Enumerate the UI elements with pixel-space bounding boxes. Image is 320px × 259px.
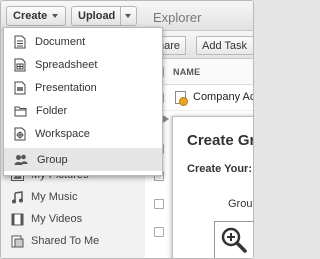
video-icon (11, 213, 24, 225)
sidebar-item-shared-to-me[interactable]: Shared To Me (11, 231, 99, 251)
modal-group-label: Group (228, 198, 253, 210)
modal-title: Create Gro (187, 132, 253, 149)
presentation-icon (14, 81, 26, 94)
zoom-button[interactable] (214, 221, 253, 258)
shared-icon (11, 235, 24, 247)
document-icon (14, 35, 26, 48)
add-task-button-label: Add Task (202, 39, 248, 52)
menu-item-spreadsheet[interactable]: Spreadsheet (4, 53, 162, 76)
add-task-button[interactable]: Add Task (196, 36, 253, 55)
modal-create-your-text: Create Your: (187, 163, 253, 175)
sidebar-item-my-music[interactable]: My Music (11, 187, 77, 207)
create-dropdown-menu: Document Spreadsheet Presentation Folder (3, 27, 163, 176)
row-checkbox[interactable] (154, 227, 164, 237)
menu-item-folder[interactable]: Folder (4, 99, 162, 122)
menu-item-label: Group (37, 153, 68, 166)
menu-item-label: Folder (36, 104, 68, 117)
app-window: Create Upload Explorer Share Add Task NA… (0, 0, 254, 259)
upload-button-label: Upload (78, 10, 116, 22)
create-group-modal: Create Gro Create Your: Group (172, 116, 253, 258)
spreadsheet-icon (14, 58, 26, 71)
document-icon (175, 91, 188, 106)
sidebar-item-label: My Videos (31, 213, 83, 225)
upload-button[interactable]: Upload (71, 6, 121, 26)
explorer-title: Explorer (153, 10, 202, 25)
music-icon (12, 190, 23, 203)
create-button-label: Create (13, 10, 48, 22)
workspace-icon (14, 127, 26, 140)
folder-icon (14, 106, 27, 116)
menu-item-label: Document (35, 35, 86, 48)
file-name[interactable]: Company Ac (193, 91, 253, 103)
group-icon (14, 154, 28, 165)
menu-item-label: Presentation (35, 81, 97, 94)
chevron-down-icon (125, 14, 131, 18)
name-column-header[interactable]: NAME (173, 67, 200, 77)
sidebar-item-label: My Music (31, 191, 78, 203)
sidebar-item-my-videos[interactable]: My Videos (11, 209, 82, 229)
menu-item-label: Workspace (35, 127, 90, 140)
upload-dropdown-button[interactable] (120, 6, 137, 26)
menu-item-document[interactable]: Document (4, 30, 162, 53)
modal-create-your-label: Create Your: (187, 163, 253, 175)
sidebar-item-label: Shared To Me (31, 235, 100, 247)
row-checkbox[interactable] (154, 199, 164, 209)
chevron-down-icon (52, 14, 59, 18)
create-button[interactable]: Create (6, 6, 66, 26)
menu-item-presentation[interactable]: Presentation (4, 76, 162, 99)
menu-item-workspace[interactable]: Workspace (4, 122, 162, 145)
zoom-in-icon (221, 227, 247, 253)
menu-item-label: Spreadsheet (35, 58, 98, 71)
menu-item-group[interactable]: Group (4, 148, 162, 171)
